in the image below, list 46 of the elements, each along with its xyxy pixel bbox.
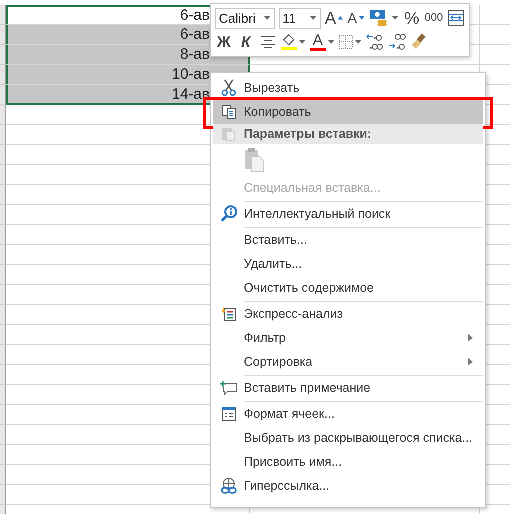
increase-decimal-icon <box>366 33 384 51</box>
caret-icon <box>355 40 362 44</box>
header-label: Параметры вставки: <box>244 127 372 141</box>
format-cells-icon <box>220 406 236 422</box>
copy-icon <box>220 104 236 120</box>
menu-item[interactable]: Вставить примечание <box>213 376 483 400</box>
percent-button[interactable]: % <box>403 7 421 29</box>
paint-bucket-icon <box>281 34 297 47</box>
wrap-button[interactable] <box>447 7 465 29</box>
shrink-font-button[interactable]: A <box>347 7 366 29</box>
menu-item[interactable]: Выбрать из раскрывающегося списка... <box>213 426 483 450</box>
thousands-button[interactable]: 000 <box>425 7 443 29</box>
caret-icon <box>299 40 306 44</box>
column-width-icon <box>447 9 465 27</box>
brush-icon <box>410 33 428 51</box>
decrease-decimal-button[interactable] <box>388 31 406 53</box>
paste-option-icon <box>244 147 266 173</box>
comment-icon <box>220 380 238 396</box>
caret-icon <box>264 16 271 20</box>
borders-icon <box>339 35 353 49</box>
menu-item[interactable]: Копировать <box>213 100 483 124</box>
scissors-icon <box>220 79 236 97</box>
menu-item[interactable]: Гиперссылка... <box>213 474 483 498</box>
menu-item[interactable]: Вставить... <box>213 228 483 252</box>
menu-item[interactable]: Формат ячеек... <box>213 402 483 426</box>
smart-lookup-icon <box>220 205 238 223</box>
font-dropdown[interactable]: 11 <box>278 8 321 28</box>
menu-item[interactable]: Присвоить имя... <box>213 450 483 474</box>
font-dropdown[interactable]: Calibri <box>215 8 275 28</box>
caret-icon <box>310 16 317 20</box>
caret-icon <box>338 16 344 20</box>
menu-item[interactable]: Фильтр <box>213 326 483 350</box>
quick-analysis-icon <box>220 306 236 322</box>
menu-item[interactable]: Удалить... <box>213 252 483 276</box>
caret-icon <box>392 16 399 20</box>
caret-icon <box>328 40 335 44</box>
menu-item[interactable]: Сортировка <box>213 350 483 374</box>
font-color-button[interactable]: A <box>310 31 335 53</box>
align-center-icon <box>260 35 276 49</box>
menu-item[interactable]: Очистить содержимое <box>213 276 483 300</box>
menu-item[interactable]: Экспресс-анализ <box>213 302 483 326</box>
hyperlink-icon <box>220 477 238 495</box>
caret-icon <box>359 16 366 20</box>
decrease-decimal-icon <box>388 33 406 51</box>
menu-item[interactable]: Интеллектуальный поиск <box>213 202 483 226</box>
grow-font-button[interactable]: A <box>324 7 344 29</box>
